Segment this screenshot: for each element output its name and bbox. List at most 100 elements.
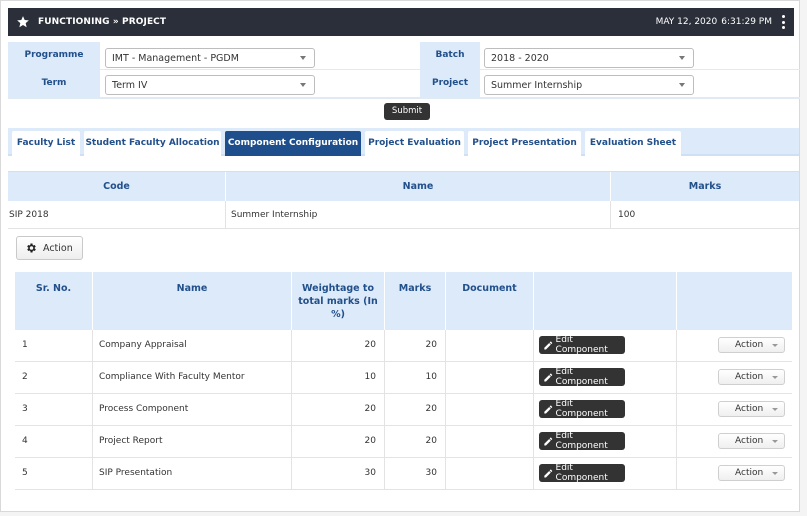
submit-row: Submit [8, 98, 800, 124]
edit-component-button[interactable]: Edit Component [539, 463, 625, 483]
gear-icon [27, 243, 36, 253]
cell-document [446, 330, 534, 361]
tab-evaluation-sheet[interactable]: Evaluation Sheet [585, 131, 681, 156]
table-header-row: Code Name Marks [8, 171, 799, 201]
edit-component-label: Edit Component [555, 335, 608, 355]
chevron-down-icon [772, 344, 778, 347]
chevron-down-icon [772, 472, 778, 475]
cell-name: Company Appraisal [93, 330, 292, 361]
weightage-header-line-3: %) [331, 309, 345, 320]
batch-select-value: 2018 - 2020 [491, 53, 549, 64]
edit-component-button[interactable]: Edit Component [539, 335, 625, 355]
tab-bar: Faculty List Student Faculty Allocation … [8, 128, 799, 156]
action-button[interactable]: Action [16, 236, 83, 260]
chevron-down-icon [772, 408, 778, 411]
cell-document [446, 394, 534, 425]
cell-code: SIP 2018 [8, 201, 226, 228]
cell-marks: 20 [385, 394, 446, 425]
col-code-header: Code [8, 172, 226, 201]
tab-student-faculty-allocation[interactable]: Student Faculty Allocation [84, 131, 221, 156]
edit-component-label: Edit Component [555, 399, 608, 419]
tab-project-evaluation[interactable]: Project Evaluation [365, 131, 464, 156]
table-row: 3 Process Component 20 20 Edit Component… [15, 394, 792, 426]
row-action-dropdown[interactable]: Action [718, 337, 785, 353]
cell-edit: Edit Component [534, 362, 677, 393]
term-select-value: Term IV [112, 80, 148, 91]
col-action-header [677, 272, 792, 330]
table-row: 1 Company Appraisal 20 20 Edit Component… [15, 330, 792, 362]
cell-weightage: 10 [292, 362, 385, 393]
cell-weightage: 30 [292, 458, 385, 489]
row-action-label: Action [735, 372, 764, 382]
row-action-dropdown[interactable]: Action [718, 401, 785, 417]
table-row: 4 Project Report 20 20 Edit Component Ac… [15, 426, 792, 458]
weightage-header-line-1: Weightage to [302, 283, 374, 294]
col-sr-header: Sr. No. [15, 272, 93, 330]
edit-component-label: Edit Component [555, 463, 608, 483]
tab-faculty-list[interactable]: Faculty List [12, 131, 80, 156]
cell-action: Action [677, 330, 792, 361]
table-row: 2 Compliance With Faculty Mentor 10 10 E… [15, 362, 792, 394]
batch-label: Batch [420, 42, 480, 69]
cell-marks: 30 [385, 458, 446, 489]
table-row: 5 SIP Presentation 30 30 Edit Component … [15, 458, 792, 490]
row-action-dropdown[interactable]: Action [718, 433, 785, 449]
cell-name: Summer Internship [226, 201, 611, 228]
cell-name: SIP Presentation [93, 458, 292, 489]
cell-document [446, 362, 534, 393]
header-date: MAY 12, 2020 [655, 17, 718, 27]
col-marks-header: Marks [688, 181, 722, 192]
cell-sr: 1 [15, 330, 93, 361]
edit-component-label: Edit Component [555, 431, 608, 451]
edit-component-button[interactable]: Edit Component [539, 431, 625, 451]
row-action-dropdown[interactable]: Action [718, 465, 785, 481]
component-table: Sr. No. Name Weightage to total marks (I… [15, 272, 792, 490]
star-icon [17, 16, 29, 28]
cell-action: Action [677, 426, 792, 457]
cell-marks: 20 [385, 426, 446, 457]
chevron-down-icon [300, 83, 306, 87]
table-row: SIP 2018 Summer Internship 100 [8, 201, 799, 229]
chevron-down-icon [300, 56, 306, 60]
cell-action: Action [677, 394, 792, 425]
cell-name: Compliance With Faculty Mentor [93, 362, 292, 393]
tab-project-presentation[interactable]: Project Presentation [468, 131, 581, 156]
cell-action: Action [677, 362, 792, 393]
cell-weightage: 20 [292, 330, 385, 361]
term-select[interactable]: Term IV [105, 75, 315, 95]
action-button-label: Action [43, 242, 73, 254]
project-code-table: Code Name Marks SIP 2018 Summer Internsh… [8, 171, 799, 229]
chevron-down-icon [679, 56, 685, 60]
cell-sr: 5 [15, 458, 93, 489]
edit-component-label: Edit Component [555, 367, 608, 387]
cell-weightage: 20 [292, 394, 385, 425]
project-select[interactable]: Summer Internship [484, 75, 694, 95]
chevron-down-icon [679, 83, 685, 87]
edit-component-button[interactable]: Edit Component [539, 367, 625, 387]
batch-select[interactable]: 2018 - 2020 [484, 48, 694, 68]
cell-edit: Edit Component [534, 394, 677, 425]
cell-marks: 20 [385, 330, 446, 361]
cell-action: Action [677, 458, 792, 489]
programme-label: Programme [8, 42, 100, 69]
edit-component-button[interactable]: Edit Component [539, 399, 625, 419]
row-action-dropdown[interactable]: Action [718, 369, 785, 385]
kebab-menu-icon[interactable] [778, 15, 788, 29]
pencil-icon [544, 469, 553, 477]
submit-button[interactable]: Submit [384, 103, 430, 120]
cell-weightage: 20 [292, 426, 385, 457]
cell-document [446, 458, 534, 489]
cell-marks: 100 [618, 210, 636, 220]
cell-document [446, 426, 534, 457]
row-action-label: Action [735, 340, 764, 350]
programme-select[interactable]: IMT - Management - PGDM [105, 48, 315, 68]
cell-edit: Edit Component [534, 458, 677, 489]
cell-marks: 10 [385, 362, 446, 393]
row-action-label: Action [735, 468, 764, 478]
col-edit-header [534, 272, 677, 330]
pencil-icon [544, 437, 553, 445]
tab-component-configuration[interactable]: Component Configuration [225, 131, 361, 156]
page-title: FUNCTIONING » PROJECT [38, 17, 167, 27]
col-weightage-header: Weightage to total marks (In %) [292, 272, 385, 330]
col-name-header: Name [93, 272, 292, 330]
